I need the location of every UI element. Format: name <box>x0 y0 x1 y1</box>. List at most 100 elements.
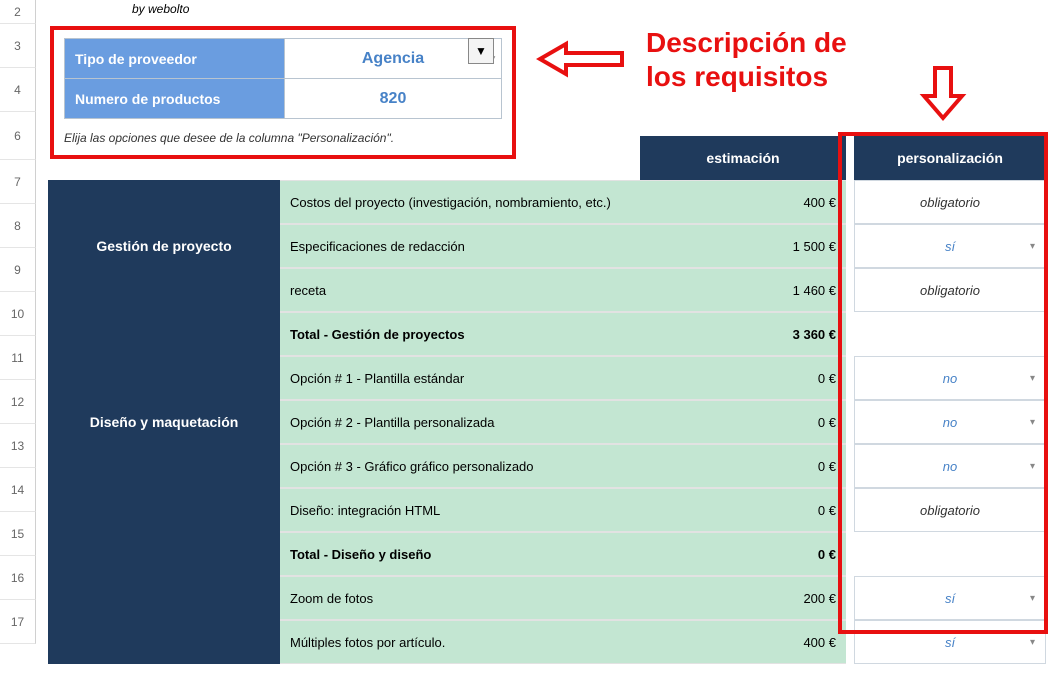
customization-value: obligatorio <box>920 195 980 210</box>
category-cell <box>48 268 280 312</box>
total-estimation: 3 360 € <box>640 312 846 356</box>
total-row: Total - Diseño y diseño0 € <box>48 532 1049 576</box>
column-gap <box>846 532 854 576</box>
row-number[interactable]: 10 <box>0 292 36 336</box>
row-number[interactable]: 17 <box>0 600 36 644</box>
chevron-down-icon: ▾ <box>1030 417 1035 428</box>
customization-cell[interactable]: sí ▾ <box>854 576 1046 620</box>
total-estimation: 0 € <box>640 532 846 576</box>
table-row: Gestión de proyectoEspecificaciones de r… <box>48 224 1049 268</box>
column-gap <box>846 488 854 532</box>
description-cell[interactable]: Múltiples fotos por artículo. <box>280 620 640 664</box>
description-cell[interactable]: Especificaciones de redacción <box>280 224 640 268</box>
provider-dropdown-button[interactable]: ▼ <box>468 38 494 64</box>
customization-value: no <box>943 371 957 386</box>
row-number[interactable]: 6 <box>0 112 36 160</box>
row-number[interactable]: 9 <box>0 248 36 292</box>
table-row: Costos del proyecto (investigación, nomb… <box>48 180 1049 224</box>
product-count-value[interactable]: 820 <box>285 79 502 119</box>
row-number[interactable]: 4 <box>0 68 36 112</box>
description-cell[interactable]: Opción # 2 - Plantilla personalizada <box>280 400 640 444</box>
customization-cell[interactable]: no ▾ <box>854 400 1046 444</box>
customization-cell[interactable]: no▾ <box>854 356 1046 400</box>
customization-value: sí <box>945 591 955 606</box>
customization-cell[interactable]: obligatorio <box>854 180 1046 224</box>
column-gap <box>846 356 854 400</box>
estimation-cell[interactable]: 1 500 € <box>640 224 846 268</box>
category-cell <box>48 356 280 400</box>
header-spacer <box>48 136 640 180</box>
category-cell <box>48 444 280 488</box>
category-cell <box>48 180 280 224</box>
description-cell[interactable]: Zoom de fotos <box>280 576 640 620</box>
byline: by webolto <box>132 2 189 16</box>
row-number[interactable]: 11 <box>0 336 36 380</box>
estimation-cell[interactable]: 200 € <box>640 576 846 620</box>
row-number[interactable]: 13 <box>0 424 36 468</box>
row-number[interactable]: 3 <box>0 24 36 68</box>
table-row: receta1 460 € obligatorio <box>48 268 1049 312</box>
table-row: Opción # 3 - Gráfico gráfico personaliza… <box>48 444 1049 488</box>
table-row: Múltiples fotos por artículo.400 €sí▾ <box>48 620 1049 664</box>
column-gap <box>846 576 854 620</box>
provider-type-label: Tipo de proveedor <box>65 39 285 79</box>
customization-cell[interactable]: no ▾ <box>854 444 1046 488</box>
total-label: Total - Diseño y diseño <box>280 532 640 576</box>
customization-value: no <box>943 459 957 474</box>
row-number[interactable]: 15 <box>0 512 36 556</box>
estimation-cell[interactable]: 0 € <box>640 444 846 488</box>
grid-body: Costos del proyecto (investigación, nomb… <box>48 180 1049 664</box>
category-cell <box>48 620 280 664</box>
estimation-cell[interactable]: 400 € <box>640 180 846 224</box>
column-gap <box>846 312 854 356</box>
customization-value: no <box>943 415 957 430</box>
main-grid: estimación personalización Costos del pr… <box>48 136 1049 664</box>
header-estimacion: estimación <box>640 136 846 180</box>
column-gap <box>846 444 854 488</box>
row-number[interactable]: 16 <box>0 556 36 600</box>
customization-cell-blank <box>854 532 1046 576</box>
column-gap <box>846 620 854 664</box>
product-count-label: Numero de productos <box>65 79 285 119</box>
table-row: Diseño y maquetaciónOpción # 2 - Plantil… <box>48 400 1049 444</box>
header-personalizacion: personalización <box>854 136 1046 180</box>
arrow-down-icon <box>918 64 968 124</box>
chevron-down-icon: ▾ <box>1030 241 1035 252</box>
description-cell[interactable]: Opción # 1 - Plantilla estándar <box>280 356 640 400</box>
total-label: Total - Gestión de proyectos <box>280 312 640 356</box>
category-cell: Gestión de proyecto <box>48 224 280 268</box>
row-number[interactable]: 7 <box>0 160 36 204</box>
estimation-cell[interactable]: 400 € <box>640 620 846 664</box>
table-row: Diseño: integración HTML0 €obligatorio <box>48 488 1049 532</box>
description-cell[interactable]: receta <box>280 268 640 312</box>
annotation-title-line1: Descripción de <box>646 26 847 60</box>
column-gap <box>846 224 854 268</box>
customization-value: obligatorio <box>920 283 980 298</box>
description-cell[interactable]: Costos del proyecto (investigación, nomb… <box>280 180 640 224</box>
annotation-title-line2: los requisitos <box>646 60 847 94</box>
chevron-down-icon: ▾ <box>1030 461 1035 472</box>
row-number[interactable]: 14 <box>0 468 36 512</box>
estimation-cell[interactable]: 1 460 € <box>640 268 846 312</box>
category-cell <box>48 576 280 620</box>
category-cell <box>48 532 280 576</box>
row-number[interactable]: 8 <box>0 204 36 248</box>
description-cell[interactable]: Diseño: integración HTML <box>280 488 640 532</box>
estimation-cell[interactable]: 0 € <box>640 356 846 400</box>
customization-value: sí <box>945 239 955 254</box>
customization-cell[interactable]: obligatorio <box>854 488 1046 532</box>
estimation-cell[interactable]: 0 € <box>640 488 846 532</box>
row-number[interactable]: 12 <box>0 380 36 424</box>
estimation-cell[interactable]: 0 € <box>640 400 846 444</box>
customization-cell[interactable]: sí▾ <box>854 620 1046 664</box>
description-cell[interactable]: Opción # 3 - Gráfico gráfico personaliza… <box>280 444 640 488</box>
column-gap <box>846 180 854 224</box>
row-number[interactable]: 2 <box>0 0 36 24</box>
customization-cell[interactable]: obligatorio <box>854 268 1046 312</box>
customization-cell-blank <box>854 312 1046 356</box>
customization-cell[interactable]: sí ▾ <box>854 224 1046 268</box>
column-gap <box>846 268 854 312</box>
config-table: Tipo de proveedor Agencia ▾ Numero de pr… <box>64 38 502 119</box>
column-gap <box>846 400 854 444</box>
chevron-down-icon: ▾ <box>1030 593 1035 604</box>
